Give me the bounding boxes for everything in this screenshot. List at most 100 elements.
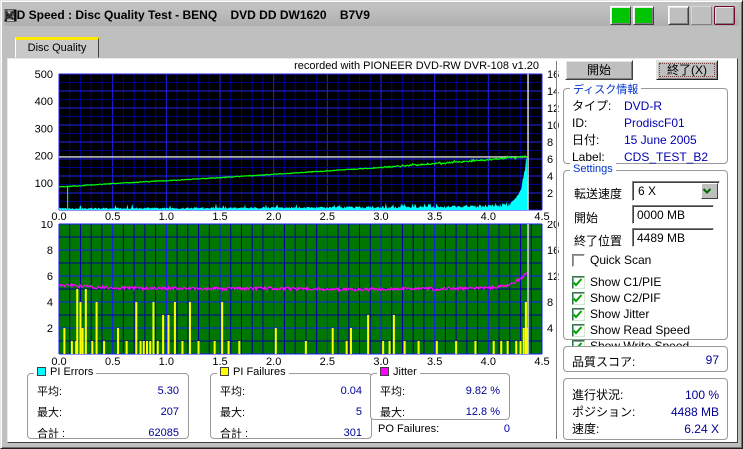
checkbox-box[interactable] bbox=[572, 323, 585, 337]
quality-score-row: 品質スコア: 97 bbox=[564, 347, 727, 370]
progress-row-value: 4488 MB bbox=[670, 404, 719, 419]
disc-info-value: CDS_TEST_B2 bbox=[624, 149, 709, 164]
stat-row: 平均: 5.30 bbox=[28, 380, 188, 401]
svg-text:100: 100 bbox=[35, 178, 53, 190]
disc-info-value: 15 June 2005 bbox=[624, 132, 697, 147]
svg-text:4.0: 4.0 bbox=[481, 356, 496, 368]
checkbox-quick-scan[interactable]: Quick Scan bbox=[572, 253, 651, 267]
disc-info-group: ディスク情報 タイプ: DVD-R ID: ProdiscF01 日付: 15 June … bbox=[563, 81, 728, 164]
checkbox-label: Show C2/PIF bbox=[590, 291, 661, 305]
stat-row: 平均: 0.04 bbox=[211, 380, 371, 401]
progress-row: 速度: 6.24 X bbox=[564, 420, 727, 437]
checkbox-show-jitter[interactable]: Show Jitter bbox=[572, 307, 649, 321]
disc-info-label: 日付: bbox=[572, 133, 600, 147]
po-failures-row: PO Failures: 0 bbox=[378, 423, 510, 435]
pi-failures-jitter-chart: 246810481216200.0 0.5 1.0 1.5 2.0 2.5 3.0 3.5 4.… bbox=[41, 221, 560, 368]
progress-row-value: 6.24 X bbox=[684, 421, 719, 436]
checkbox-show-c2-pif[interactable]: Show C2/PIF bbox=[572, 291, 661, 305]
svg-text:0.5: 0.5 bbox=[105, 211, 120, 221]
combo-dropdown-button[interactable] bbox=[701, 183, 718, 199]
checkbox-show-c1-pie[interactable]: Show C1/PIE bbox=[572, 275, 661, 289]
stat-row-label: 平均: bbox=[380, 385, 406, 398]
settings-title: Settings bbox=[570, 163, 616, 175]
svg-text:3.5: 3.5 bbox=[427, 356, 442, 368]
tab-disc-quality[interactable]: Disc Quality bbox=[15, 37, 99, 58]
stat-row: 合計 : 301 bbox=[211, 422, 371, 443]
legend-swatch-icon bbox=[220, 367, 229, 376]
stat-group-pi-errors: PI Errors 平均: 5.30 最大: 207 合計 : 62085 bbox=[27, 366, 189, 440]
stat-row-label: 合計 : bbox=[220, 427, 249, 440]
svg-text:6: 6 bbox=[47, 271, 53, 283]
svg-text:2: 2 bbox=[47, 323, 53, 335]
stat-row-label: 合計 : bbox=[37, 427, 66, 440]
disc-info-row: 日付: 15 June 2005 bbox=[564, 131, 727, 148]
stat-row-label: 最大: bbox=[37, 406, 63, 419]
start-position-label: 開始 bbox=[574, 211, 599, 225]
svg-text:8: 8 bbox=[547, 137, 553, 149]
svg-text:0.0: 0.0 bbox=[51, 211, 66, 221]
checkbox-box[interactable] bbox=[572, 253, 585, 267]
legend-swatch-icon bbox=[380, 367, 389, 376]
titlebar: CD Speed : Disc Quality Test - BENQ DVD … bbox=[4, 4, 739, 26]
checkbox-box[interactable] bbox=[572, 307, 585, 321]
progress-row-value: 100 % bbox=[684, 387, 719, 402]
disc-info-label: タイプ: bbox=[572, 99, 612, 113]
svg-text:4: 4 bbox=[47, 297, 53, 309]
stat-row: 最大: 207 bbox=[28, 401, 188, 422]
panel-divider bbox=[556, 61, 558, 439]
save-button[interactable] bbox=[4, 5, 654, 25]
progress-row: 進行状況: 100 % bbox=[564, 386, 727, 403]
speed-combobox[interactable]: 6 X bbox=[632, 181, 720, 201]
speed-value: 6 X bbox=[638, 184, 657, 198]
stat-group-jitter: Jitter 平均: 9.82 % 最大: 12.8 % bbox=[370, 366, 510, 420]
svg-text:4.0: 4.0 bbox=[481, 211, 496, 221]
tab-label: Disc Quality bbox=[27, 42, 87, 54]
svg-text:4.5: 4.5 bbox=[534, 356, 549, 368]
stat-group-pi-failures: PI Failures 平均: 0.04 最大: 5 合計 : 301 bbox=[210, 366, 372, 440]
stat-row-value: 301 bbox=[343, 426, 362, 439]
stat-row-value: 207 bbox=[160, 405, 179, 418]
checkbox-box[interactable] bbox=[572, 291, 585, 305]
svg-text:1.5: 1.5 bbox=[212, 211, 227, 221]
start-position-field[interactable]: 0000 MB bbox=[632, 205, 714, 224]
checkmark-icon bbox=[572, 309, 583, 318]
checkbox-box[interactable] bbox=[572, 275, 585, 289]
quality-score-group: 品質スコア: 97 bbox=[563, 346, 728, 372]
copy-to-clipboard-button[interactable] bbox=[4, 5, 631, 25]
svg-text:8: 8 bbox=[547, 297, 553, 309]
checkbox-label: Show C1/PIE bbox=[590, 275, 662, 289]
svg-text:2.5: 2.5 bbox=[320, 211, 335, 221]
pi-errors-speed-chart: 1002003004005002468101214160.0 0.5 1.0 1.5 2… bbox=[35, 69, 560, 221]
progress-row-label: 進行状況: bbox=[572, 388, 624, 402]
stat-group-title: PI Errors bbox=[34, 366, 97, 378]
end-position-label: 終了位置 bbox=[574, 234, 623, 248]
svg-text:1.0: 1.0 bbox=[159, 211, 174, 221]
end-position-field[interactable]: 4489 MB bbox=[632, 228, 714, 247]
svg-text:8: 8 bbox=[47, 245, 53, 257]
svg-text:2: 2 bbox=[547, 188, 553, 200]
disc-info-label: ID: bbox=[572, 115, 588, 130]
stat-row-value: 0.04 bbox=[340, 384, 362, 397]
svg-text:400: 400 bbox=[35, 96, 53, 108]
close-button[interactable] bbox=[4, 5, 735, 25]
stat-group-name: PI Errors bbox=[50, 366, 94, 378]
window-title: CD Speed : Disc Quality Test - BENQ DVD … bbox=[8, 8, 370, 22]
progress-row: ポジション: 4488 MB bbox=[564, 403, 727, 420]
start-button[interactable]: 開始 bbox=[565, 60, 633, 80]
tab-page: recorded with PIONEER DVD-RW DVR-108 v1.… bbox=[7, 58, 738, 443]
disc-info-label: Label: bbox=[572, 149, 605, 164]
svg-text:1.0: 1.0 bbox=[159, 356, 174, 368]
stat-row-label: 最大: bbox=[380, 406, 406, 419]
po-failures-label: PO Failures: bbox=[378, 423, 440, 435]
disc-info-value: ProdiscF01 bbox=[624, 115, 685, 130]
progress-row-label: ポジション: bbox=[572, 405, 636, 419]
maximize-button[interactable] bbox=[4, 5, 712, 25]
svg-text:4.5: 4.5 bbox=[534, 211, 549, 221]
svg-text:3.5: 3.5 bbox=[427, 211, 442, 221]
checkmark-icon bbox=[572, 325, 583, 334]
minimize-button[interactable] bbox=[5, 5, 689, 25]
checkbox-show-read-speed[interactable]: Show Read Speed bbox=[572, 323, 690, 337]
checkbox-label: Show Read Speed bbox=[590, 323, 691, 337]
exit-button[interactable]: 終了(X) bbox=[656, 60, 718, 80]
stat-row: 平均: 9.82 % bbox=[371, 380, 509, 401]
